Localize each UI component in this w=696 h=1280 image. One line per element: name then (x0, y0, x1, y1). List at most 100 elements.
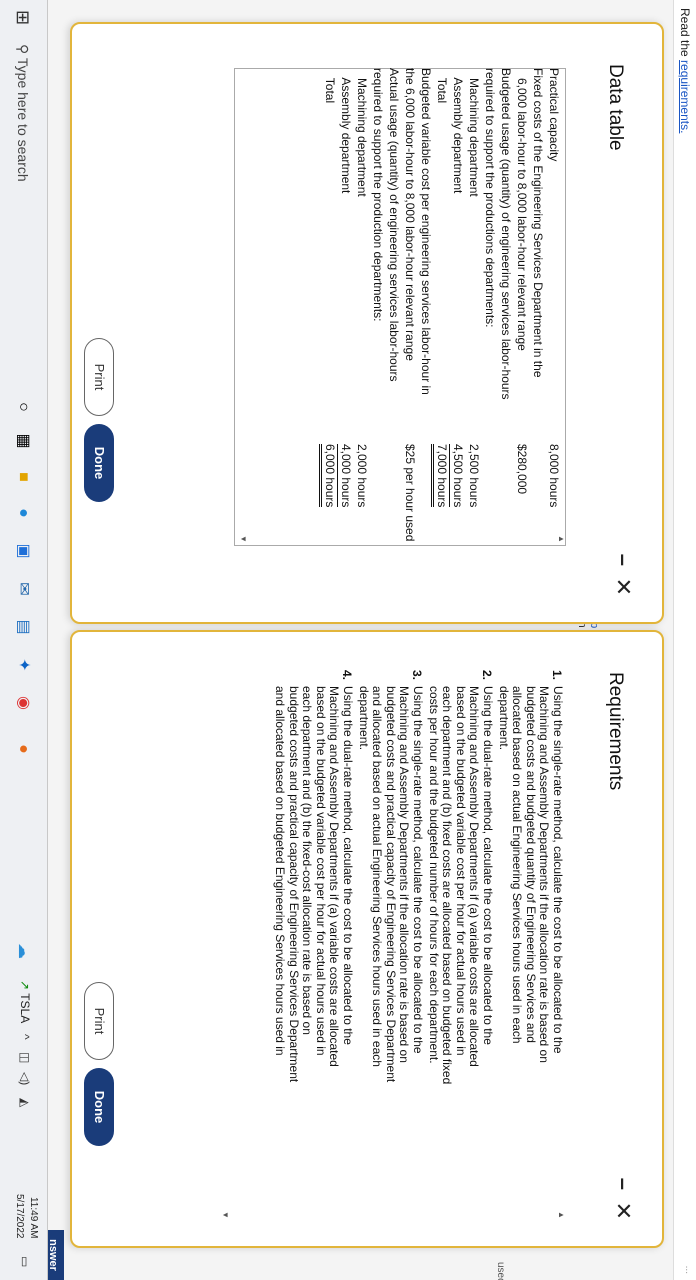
scroll-down-icon[interactable]: ▼ (220, 1210, 230, 1220)
row-label: Practical capacity (547, 68, 561, 162)
item-number: 2. (480, 670, 495, 681)
clock-date: 5/17/2022 (14, 1194, 25, 1239)
search-placeholder: Type here to search (15, 57, 31, 182)
store-icon[interactable]: ▣ (12, 540, 34, 562)
row-label: required to support the productions depa… (483, 68, 497, 328)
network-icon[interactable]: ◫ (18, 1052, 32, 1063)
table-row: required to support the production depar… (370, 68, 386, 588)
notification-icon[interactable]: ▭ (18, 1256, 32, 1267)
row-label: 6,000 labor-hour to 8,000 labor-hour rel… (515, 68, 529, 351)
item-text-line: Using the dual-rate method, calculate th… (481, 686, 496, 1045)
minimize-icon[interactable]: – (610, 1178, 636, 1190)
item-text-line: based on the budgeted variable cost per … (313, 686, 328, 1056)
scroll-down-icon[interactable]: ▼ (238, 534, 248, 544)
table-row: 6,000 labor-hour to 8,000 labor-hour rel… (514, 68, 530, 588)
taskbar: ⊞ ⚲ Type here to search ○ ▦ ■ ● ▣ ✉ ▤ ✦ … (0, 0, 48, 1280)
requirements-dialog: Requirements – ✕ ▲ ▼ 1. Using the single… (70, 630, 664, 1248)
row-value: $25 per hour used (403, 444, 417, 542)
app-icon[interactable]: ▤ (12, 616, 34, 638)
table-row: Actual usage (quantity) of engineering s… (386, 68, 402, 588)
edge-browser-icon[interactable]: ● (12, 502, 34, 524)
file-explorer-icon[interactable]: ■ (12, 466, 34, 488)
table-row: the 6,000 labor-hour to 8,000 labor-hour… (402, 68, 418, 588)
item-number: 1. (550, 670, 564, 681)
task-view-icon[interactable]: ○ (12, 396, 34, 418)
clock-time: 11:49 AM (28, 1196, 39, 1239)
list-item: 1. Using the single-rate method, calcula… (496, 670, 565, 1210)
print-button[interactable]: Print (84, 338, 114, 416)
item-number: 3. (410, 670, 425, 681)
minimize-icon[interactable]: – (610, 554, 636, 566)
item-text-line: allocated based on actual Engineering Se… (510, 686, 525, 1044)
weather-icon[interactable]: ☁ (12, 940, 34, 962)
row-label: Actual usage (quantity) of engineering s… (387, 68, 401, 382)
widgets-icon[interactable]: ▦ (12, 430, 34, 452)
item-text-line: and allocated based on actual Engineerin… (370, 686, 385, 1067)
volume-icon[interactable]: ◁) (18, 1072, 32, 1085)
windows-start-icon[interactable]: ⊞ (13, 10, 33, 30)
dialog-title: Requirements (605, 672, 626, 791)
dialog-title: Data table (605, 64, 626, 151)
row-value: 2,500 hours (467, 444, 481, 508)
row-value: 4,500 hours (449, 444, 466, 508)
screen: Read the requirements. ... ep im used ns… (0, 0, 696, 1280)
item-number: 4. (340, 670, 355, 681)
table-row: Budgeted usage (quantity) of engineering… (498, 68, 514, 588)
row-value: 4,000 hours (337, 444, 354, 508)
table-row: required to support the productions depa… (482, 68, 498, 588)
data-table-dialog: Data table – ✕ ▲ ▼ Practical capacity 8,0… (70, 22, 664, 624)
stock-ticker[interactable]: ↗ TSLA (18, 980, 32, 1023)
row-label: Assembly department (339, 68, 353, 194)
row-value: $280,000 (515, 444, 529, 495)
table-row: Assembly department 4,500 hours (449, 68, 466, 588)
table-row: Fixed costs of the Engineering Services … (530, 68, 546, 588)
item-text-line: budgeted costs and budgeted quantity of … (523, 686, 538, 1043)
language-icon[interactable]: ◭ (18, 1098, 32, 1107)
close-icon[interactable]: ✕ (610, 1202, 636, 1220)
item-text-line: Machining and Assembly Departments if (a… (327, 686, 342, 1067)
done-button[interactable]: Done (84, 424, 114, 502)
done-button[interactable]: Done (84, 1068, 114, 1146)
row-label: Fixed costs of the Engineering Services … (531, 68, 545, 378)
item-text-line: each department and (b) fixed costs are … (440, 686, 455, 1085)
taskbar-search-input[interactable]: ⚲ Type here to search (7, 44, 39, 344)
ticker-label: TSLA (18, 993, 32, 1024)
item-text-line: based on the budgeted variable cost per … (453, 686, 468, 1056)
tray-chevron-icon[interactable]: ^ (18, 1034, 32, 1040)
item-text-line: Machining and Assembly Departments if th… (537, 686, 552, 1063)
requirements-link[interactable]: requirements. (678, 60, 692, 133)
mail-icon[interactable]: ✉ (12, 578, 34, 600)
table-row: Practical capacity 8,000 hours (546, 68, 562, 588)
row-label: Total (435, 68, 449, 104)
row-label: Assembly department (451, 68, 465, 194)
list-item: 2. Using the dual-rate method, calculate… (426, 670, 496, 1210)
item-text-line: budgeted costs and practical capacity of… (383, 686, 398, 1083)
page-header: Read the requirements. ... (673, 0, 696, 1280)
search-icon: ⚲ (15, 44, 31, 55)
item-text-line: costs per hour and the budgeted number o… (426, 686, 441, 1064)
item-text-line: budgeted costs and practical capacity of… (286, 686, 301, 1083)
table-row: Total 7,000 hours (431, 68, 450, 588)
item-text-line: each department and (b) the fixed-cost a… (300, 686, 315, 1035)
item-text-line: department. (356, 686, 371, 751)
dropbox-icon[interactable]: ✦ (12, 654, 34, 676)
firefox-icon[interactable]: ● (12, 738, 34, 760)
close-icon[interactable]: ✕ (610, 578, 636, 596)
table-row: Machining department 2,500 hours (466, 68, 482, 588)
row-label: required to support the production depar… (371, 68, 385, 322)
scroll-up-icon[interactable]: ▲ (556, 1210, 566, 1220)
row-value: 2,000 hours (355, 444, 369, 508)
header-fragment: ... (683, 1265, 694, 1274)
row-value: 8,000 hours (547, 444, 561, 508)
item-text-line: Using the dual-rate method, calculate th… (341, 686, 356, 1045)
chrome-icon[interactable]: ◉ (12, 692, 34, 714)
list-item: 3. Using the single-rate method, calcula… (356, 670, 425, 1210)
table-row: Budgeted variable cost per engineering s… (418, 68, 434, 588)
background-used-text: used (495, 1262, 506, 1280)
list-item: 4. Using the dual-rate method, calculate… (273, 670, 355, 1210)
row-label: Budgeted variable cost per engineering s… (419, 68, 433, 395)
instructions-text: Read the requirements. (678, 8, 692, 133)
item-text-line: department. (496, 686, 511, 751)
clock[interactable]: 11:49 AM 5/17/2022 (12, 1194, 40, 1239)
print-button[interactable]: Print (84, 982, 114, 1060)
